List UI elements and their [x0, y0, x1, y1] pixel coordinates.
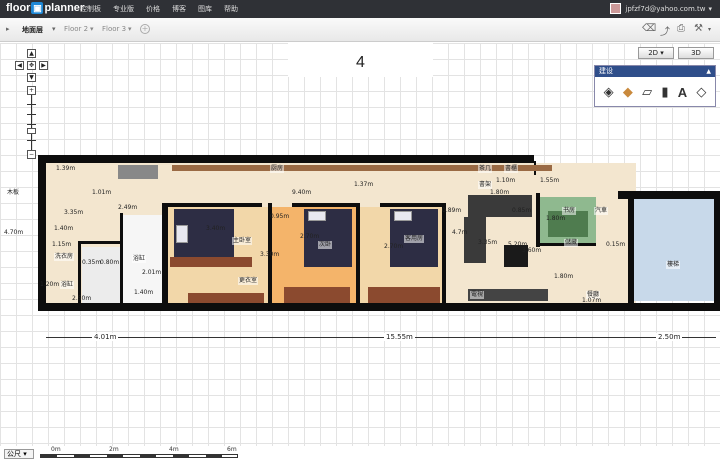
pan-left-icon[interactable]: ◀	[15, 61, 24, 70]
closet	[368, 287, 440, 303]
wall	[356, 203, 360, 303]
user-email: jpfzf7d@yahoo.com.tw	[625, 4, 706, 13]
tab-floor-3[interactable]: Floor 3	[102, 25, 126, 33]
chevron-up-icon[interactable]: ▲	[706, 66, 711, 77]
door-tool-icon[interactable]: ▮	[661, 85, 668, 100]
chevron-down-icon: ▾	[708, 4, 712, 13]
room-label-tv: 電視	[470, 291, 485, 299]
bottom-dim-401: 4.01m	[92, 333, 119, 341]
wall	[78, 241, 81, 303]
nav-gallery[interactable]: 图库	[198, 0, 212, 18]
room-label-car: 汽車	[594, 207, 609, 215]
build-panel-title: 建设	[599, 67, 613, 75]
zoom-out-icon[interactable]: −	[27, 150, 36, 159]
logo-square-icon: ▣	[31, 2, 44, 14]
unit-select[interactable]: 公尺 ▾	[4, 449, 34, 459]
view-2d-button[interactable]: 2D ▾	[638, 47, 674, 59]
pillow	[394, 211, 412, 221]
top-bar: floor ▣ planner 控制板 专业版 价格 博客 图库 帮助 jpfzf7…	[0, 0, 720, 18]
counter	[172, 165, 552, 171]
share-icon[interactable]: ⤴	[660, 23, 670, 38]
room-label-kitchen: 厨房	[270, 165, 285, 173]
print-icon[interactable]: ⎙	[677, 23, 685, 34]
chevron-down-icon[interactable]: ▾	[90, 25, 94, 33]
wall	[78, 241, 122, 244]
wall	[618, 191, 720, 199]
pillow	[176, 225, 188, 243]
scale-ruler: 0m 2m 4m 6m	[40, 446, 238, 458]
room-label-master: 主卧室	[232, 237, 253, 245]
tab-floor-2[interactable]: Floor 2	[64, 25, 88, 33]
wall	[38, 155, 534, 163]
view-3d-button[interactable]: 3D	[678, 47, 714, 59]
stove	[118, 165, 158, 179]
pan-right-icon[interactable]: ▶	[39, 61, 48, 70]
room-stairs	[634, 199, 714, 301]
wall	[162, 203, 168, 303]
surface-tool-icon[interactable]: ◇	[696, 85, 706, 100]
bottom-dim-250: 2.50m	[656, 333, 683, 341]
pillow	[308, 211, 326, 221]
floor-tool-icon[interactable]: ◆	[623, 85, 633, 100]
pan-up-icon[interactable]: ▲	[27, 49, 36, 58]
room-label-guest: 客用房	[404, 235, 425, 243]
add-level-icon[interactable]: +	[140, 24, 150, 34]
room-label-bath: 浴缸	[132, 255, 147, 263]
nav-dashboard[interactable]: 控制板	[80, 0, 101, 18]
room-label-storage: 儲藏	[564, 239, 579, 247]
scale-bar: 公尺 ▾ 0m 2m 4m 6m	[0, 446, 720, 461]
level-bar: ▸ 地面层 ▾ Floor 2 ▾ Floor 3 ▾ + ⌫ ⤴ ⎙ ⚒ ▾	[0, 18, 720, 42]
tab-ground-floor[interactable]: 地面层	[22, 25, 43, 35]
avatar	[610, 3, 622, 14]
eraser-icon[interactable]: ⌫	[642, 23, 656, 34]
wall	[38, 303, 720, 311]
room-label-shelf: 書櫃	[504, 165, 519, 173]
chevron-down-icon[interactable]: ▾	[708, 26, 711, 33]
nav-pro[interactable]: 专业版	[113, 0, 134, 18]
room-label-tea: 茶几	[478, 165, 493, 173]
zoom-slider-track[interactable]	[31, 86, 32, 158]
top-nav: 控制板 专业版 价格 博客 图库 帮助	[80, 0, 250, 18]
closet	[284, 287, 350, 303]
wall	[162, 203, 262, 207]
level-number: 4	[288, 43, 433, 77]
wall	[120, 213, 123, 303]
zoom-slider-handle[interactable]	[27, 128, 36, 134]
room-label-laundry: 洗衣房	[54, 253, 75, 261]
nav-pricing[interactable]: 价格	[146, 0, 160, 18]
build-panel-header[interactable]: 建设 ▲	[595, 66, 715, 77]
room-label-cabinet: 書架	[478, 181, 493, 189]
wrench-icon[interactable]: ⚒	[694, 23, 703, 34]
nav-blog[interactable]: 博客	[172, 0, 186, 18]
chevron-right-icon[interactable]: ▸	[6, 25, 10, 33]
wardrobe	[188, 293, 264, 303]
room-label-second: 次卧	[318, 241, 333, 249]
wall	[714, 191, 720, 311]
wall	[442, 203, 446, 303]
room-label-study: 书房	[562, 207, 577, 215]
room-tool-icon[interactable]: ◈	[604, 85, 614, 100]
chevron-down-icon[interactable]: ▾	[128, 25, 132, 33]
room-label-stairs: 樓梯	[666, 261, 681, 269]
pan-down-icon[interactable]: ▼	[27, 73, 36, 82]
wall	[536, 193, 540, 247]
floorplanner-logo[interactable]: floor ▣ planner	[6, 2, 84, 14]
wall-tool-icon[interactable]: ▱	[642, 85, 652, 100]
build-panel: 建设 ▲ ◈ ◆ ▱ ▮ A ◇	[594, 65, 716, 107]
wall	[292, 203, 356, 207]
bottom-dim-1555: 15.55m	[384, 333, 415, 341]
chevron-down-icon[interactable]: ▾	[52, 25, 56, 33]
floorplan[interactable]: 主卧室 次卧 客用房 浴缸 浴缸 洗衣房 书房 更衣室 厨房 樓梯 茶几 書櫃 …	[38, 155, 720, 312]
room-label-wardrobe: 更衣室	[238, 277, 259, 285]
nav-help[interactable]: 帮助	[224, 0, 238, 18]
dresser	[170, 257, 252, 267]
room-label-bath2: 浴缸	[60, 281, 75, 289]
center-view-icon[interactable]: ✥	[27, 61, 36, 70]
wall	[628, 199, 634, 303]
text-tool-icon[interactable]: A	[678, 85, 687, 100]
wall	[380, 203, 442, 207]
zoom-in-icon[interactable]: +	[27, 86, 36, 95]
user-menu[interactable]: jpfzf7d@yahoo.com.tw ▾	[610, 3, 712, 14]
